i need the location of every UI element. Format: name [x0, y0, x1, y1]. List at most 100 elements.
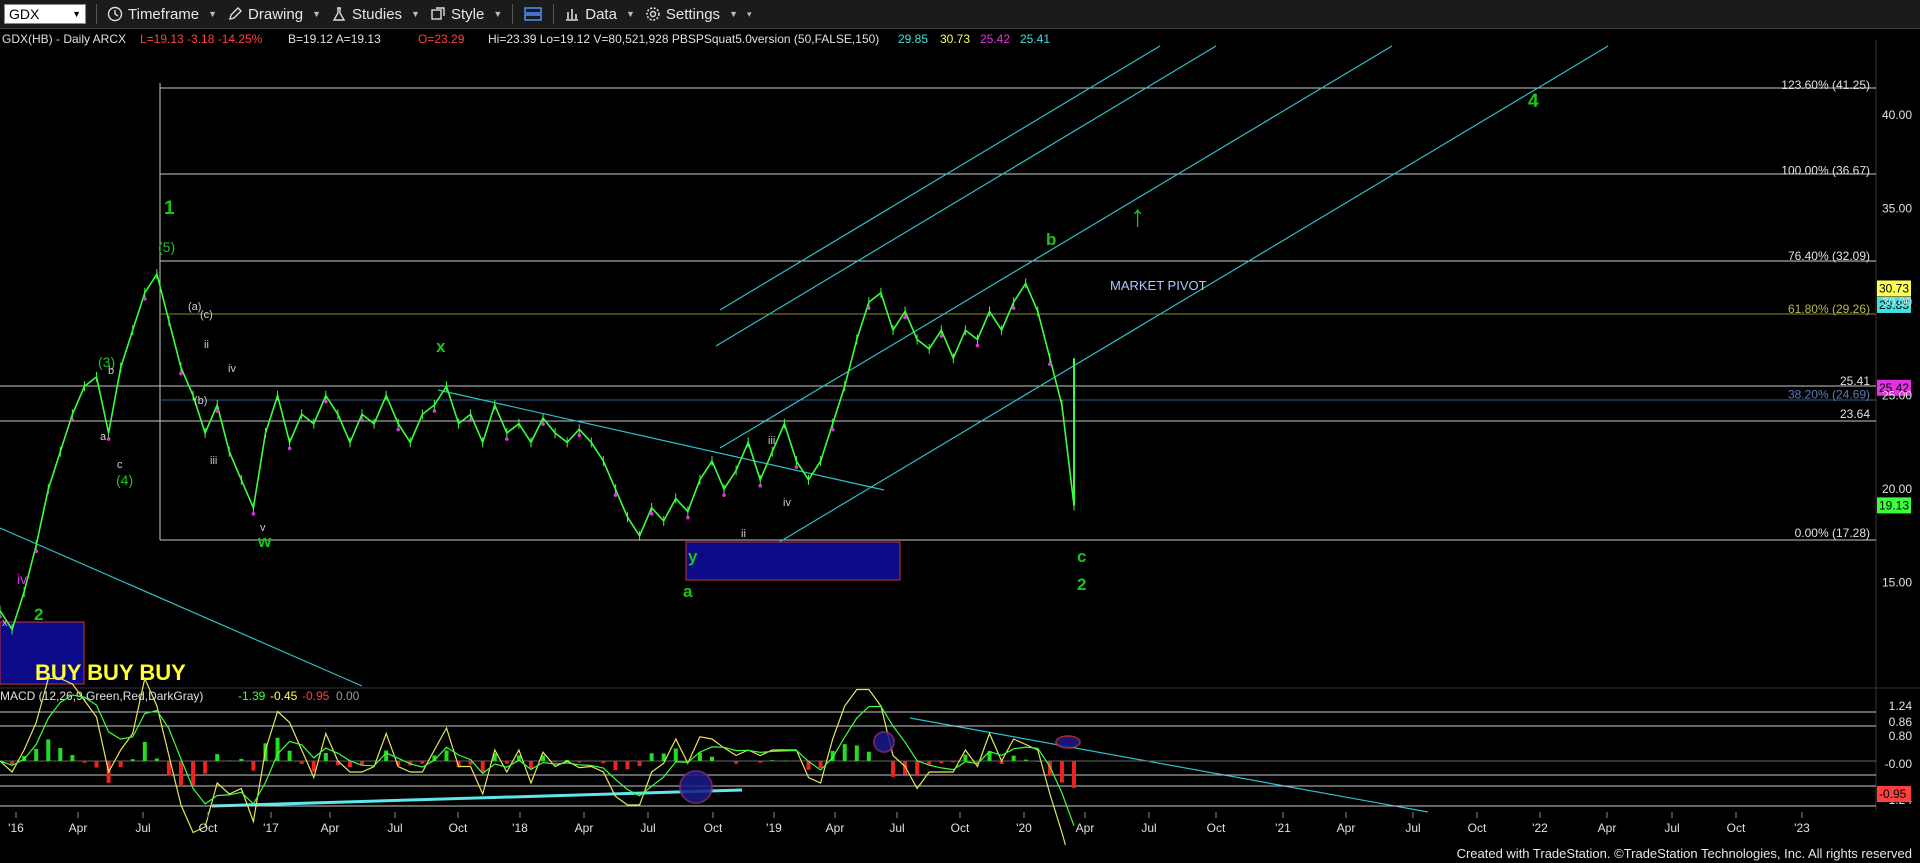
drawing-label: Drawing: [248, 5, 304, 23]
time-tick-label: Jul: [1664, 821, 1679, 835]
swing-dot: [70, 418, 75, 423]
overflow-icon[interactable]: ▾: [747, 9, 752, 20]
swing-dot: [794, 465, 799, 469]
fib-level-label: 123.60% (41.25): [1781, 78, 1870, 92]
time-tick-label: Jul: [640, 821, 655, 835]
chart-header-stats: Hi=23.39 Lo=19.12 V=80,521,928 PBSPSquat…: [488, 32, 879, 46]
wave-b-small-label: (b): [194, 395, 207, 407]
time-tick-label: Apr: [826, 821, 845, 835]
swing-dot: [215, 409, 220, 413]
time-tick-label: '22: [1532, 821, 1548, 835]
trend-line: [437, 389, 885, 491]
wave-x-label: x: [436, 337, 446, 356]
wave-a-label: a: [683, 582, 693, 601]
wave-4-target-label: 4: [1528, 91, 1539, 112]
time-tick-label: '23: [1794, 821, 1810, 835]
chart-header-v1: 29.85: [898, 32, 928, 46]
style-icon: [431, 7, 445, 20]
settings-button[interactable]: Settings ▼ ▾: [645, 6, 752, 23]
wave-iii-small-label: iii: [210, 455, 217, 467]
time-tick-label: Apr: [69, 821, 88, 835]
subwave-b-label: b: [108, 365, 114, 377]
drawing-button[interactable]: Drawing ▼: [227, 6, 321, 23]
swing-dot: [722, 493, 726, 497]
symbol-input[interactable]: GDX: [9, 6, 39, 22]
macd-value-3: -0.95: [302, 689, 330, 703]
data-button[interactable]: Data ▼: [564, 6, 635, 23]
level-label: 23.64: [1840, 407, 1870, 421]
chart-header-v4: 25.41: [1020, 32, 1050, 46]
fib-level-label: 38.20% (24.69): [1788, 387, 1870, 401]
time-tick-label: '20: [1016, 821, 1032, 835]
timeframe-label: Timeframe: [128, 5, 200, 23]
price-chart[interactable]: GDX(HB) - Daily ARCX L=19.13 -3.18 -14.2…: [0, 28, 1920, 845]
swing-dot: [505, 437, 509, 441]
swing-dot: [432, 409, 437, 413]
time-tick-label: Jul: [387, 821, 402, 835]
clock-icon: [107, 6, 123, 22]
macd-circle: [873, 731, 895, 753]
time-tick-label: '18: [512, 821, 528, 835]
chevron-down-icon: ▼: [411, 9, 420, 19]
chart-toolbar: GDX ▼ Timeframe ▼ Drawing ▼ Studies ▼ St…: [0, 0, 1920, 29]
wave-b-label: b: [1046, 230, 1056, 249]
symbol-selector[interactable]: GDX ▼: [4, 4, 86, 24]
macd-trend-line: [909, 717, 1429, 813]
macd-value-4: 0.00: [336, 689, 360, 703]
chart-header-last: L=19.13 -3.18 -14.25%: [140, 32, 263, 46]
swing-dot: [106, 437, 111, 441]
time-tick-label: Jul: [889, 821, 904, 835]
layout-button[interactable]: [523, 6, 543, 22]
studies-button[interactable]: Studies ▼: [331, 6, 420, 23]
fib-level-label: 76.40% (32.09): [1788, 249, 1870, 263]
macd-axis: 1.240.860.80-0.00-1.24-0.95: [1877, 699, 1912, 807]
pencil-icon: [229, 7, 243, 20]
swing-dot: [179, 371, 183, 376]
market-pivot-label: MARKET PIVOT: [1110, 278, 1207, 293]
chart-header-title: GDX(HB) - Daily ARCX: [2, 32, 126, 46]
timeframe-button[interactable]: Timeframe ▼: [107, 6, 217, 23]
time-tick-label: Oct: [704, 821, 723, 835]
swing-dot: [360, 418, 364, 423]
chart-header-bidask: B=19.12 A=19.13: [288, 32, 381, 46]
data-label: Data: [585, 5, 617, 23]
macd-value-1: -1.39: [238, 689, 266, 703]
style-button[interactable]: Style ▼: [430, 6, 502, 23]
price-tag-label: 19.13: [1879, 498, 1909, 512]
swing-dot: [758, 483, 763, 488]
chart-header-open: O=23.29: [418, 32, 465, 46]
wave-iv-label: iv: [17, 571, 27, 587]
wave-2-target-label: 2: [1077, 575, 1086, 594]
chart-header-v3: 25.42: [980, 32, 1010, 46]
studies-label: Studies: [352, 5, 403, 23]
swing-dot: [830, 427, 835, 432]
wave-c-small-label: (c): [200, 309, 213, 321]
swing-dot: [1011, 306, 1016, 310]
chevron-down-icon[interactable]: ▼: [72, 9, 81, 19]
bar-chart-icon: [566, 9, 579, 21]
time-tick-label: Apr: [1076, 821, 1095, 835]
price-tick-label: 20.00: [1882, 482, 1912, 496]
swing-dot: [649, 512, 654, 516]
time-tick-label: '21: [1275, 821, 1291, 835]
wave-4-label: (4): [116, 472, 133, 488]
chevron-down-icon: ▼: [625, 9, 635, 19]
toolbar-divider: [96, 4, 97, 24]
target-box-a: [685, 541, 901, 581]
swing-dot: [686, 515, 690, 520]
price-axis: 40.00 35.00 30.00 25.00 20.00 15.00: [1882, 108, 1912, 589]
macd-value-2: -0.45: [270, 689, 298, 703]
price-tick-label: 35.00: [1882, 202, 1912, 216]
gear-icon: [646, 7, 660, 21]
chevron-down-icon: ▼: [729, 9, 738, 19]
swing-dot: [903, 315, 907, 320]
macd-tag-label: -0.95: [1879, 787, 1907, 801]
macd-tick-label: 1.24: [1889, 699, 1913, 713]
toolbar-divider: [512, 4, 514, 24]
price-tick-label: 25.00: [1882, 389, 1912, 403]
swing-dot: [251, 512, 256, 516]
copyright-text: Created with TradeStation. ©TradeStation…: [1456, 846, 1912, 861]
time-tick-label: '19: [766, 821, 782, 835]
macd-tick-label: 0.80: [1889, 729, 1913, 743]
chart-header-v2: 30.73: [940, 32, 970, 46]
